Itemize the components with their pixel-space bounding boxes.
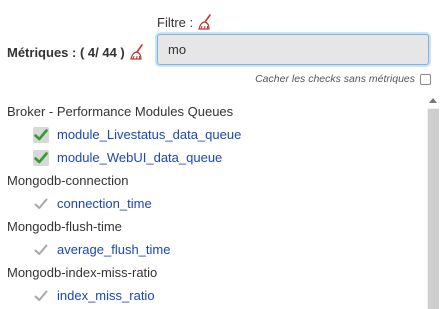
checkmark-icon[interactable] xyxy=(33,196,49,212)
broom-icon[interactable] xyxy=(197,13,215,31)
metric-label[interactable]: average_flush_time xyxy=(57,242,170,257)
checkmark-icon[interactable] xyxy=(33,288,49,304)
metrics-count-row: Métriques : ( 4/ 44 ) xyxy=(7,41,147,63)
group-title: Broker - Performance Modules Queues xyxy=(7,104,234,119)
metrics-list-content: Broker - Performance Modules Queues modul… xyxy=(7,100,419,307)
checkmark-icon[interactable] xyxy=(33,126,49,143)
scrollbar-thumb[interactable] xyxy=(428,109,439,309)
metric-label[interactable]: connection_time xyxy=(57,196,152,211)
broom-icon[interactable] xyxy=(129,43,147,61)
metric-label[interactable]: module_WebUI_data_queue xyxy=(57,150,222,165)
group-title: Mongodb-connection xyxy=(7,173,129,188)
metrics-count-label: Métriques : ( 4/ 44 ) xyxy=(7,44,125,60)
group-title: Mongodb-index-miss-ratio xyxy=(7,265,158,280)
hide-empty-checks-label: Cacher les checks sans métriques xyxy=(255,73,415,85)
filter-label-row: Filtre : xyxy=(157,12,215,32)
filter-label: Filtre : xyxy=(157,14,194,30)
metric-item[interactable]: module_Livestatus_data_queue xyxy=(7,123,419,146)
filter-input[interactable] xyxy=(157,34,429,65)
hide-empty-checks-checkbox[interactable] xyxy=(420,73,431,85)
checkmark-icon[interactable] xyxy=(33,242,49,258)
metric-label[interactable]: index_miss_ratio xyxy=(57,288,155,303)
metric-item[interactable]: connection_time xyxy=(7,192,419,215)
checkmark-icon[interactable] xyxy=(33,149,49,166)
metric-label[interactable]: module_Livestatus_data_queue xyxy=(57,127,241,142)
chevron-up-icon[interactable] xyxy=(429,98,437,103)
group-title: Mongodb-flush-time xyxy=(7,219,122,234)
hide-empty-checks-row[interactable]: Cacher les checks sans métriques xyxy=(255,70,431,88)
metrics-list: Broker - Performance Modules Queues modul… xyxy=(0,96,446,309)
metric-item[interactable]: module_WebUI_data_queue xyxy=(7,146,419,169)
metric-item[interactable]: average_flush_time xyxy=(7,238,419,261)
metrics-filter-panel: Filtre : Métriques : ( 4/ 44 ) Cacher le… xyxy=(0,0,446,309)
scrollbar[interactable] xyxy=(427,96,440,309)
metric-item[interactable]: index_miss_ratio xyxy=(7,284,419,307)
